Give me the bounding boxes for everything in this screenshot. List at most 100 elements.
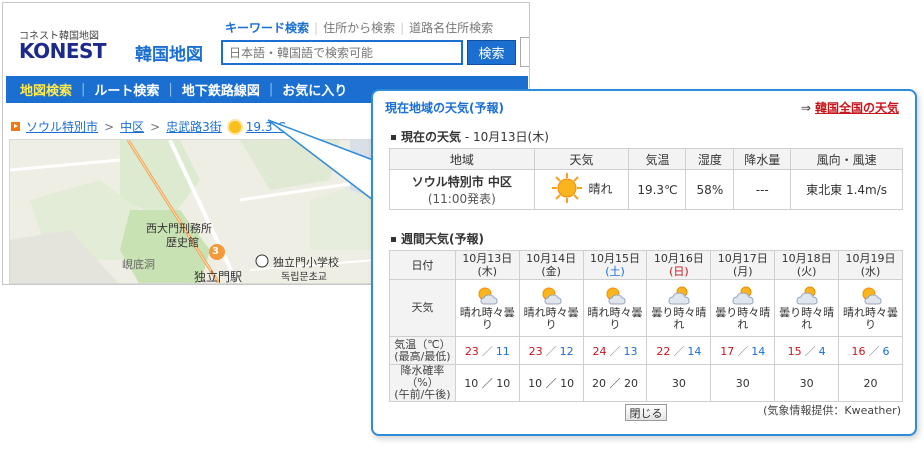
row-label-temp-2: (最高/最低): [394, 349, 451, 363]
weekly-weather-table: 日付 10月13日 (木) 10月14日 (金) 10月15日 (土) 10月16日(…: [389, 250, 903, 402]
map-label-museum[interactable]: 歴史館: [166, 234, 199, 250]
weekly-weather-cell: 晴れ時々曇り: [454, 279, 520, 337]
weekly-temp-row: 気温（℃） (最高/最低) 23 ／ 11 23 ／ 12 24 ／ 13 22 ／ 14 17 ／ 14 15…: [389, 336, 903, 365]
weekly-dow: (月): [732, 265, 753, 278]
sun-cloud-icon: [606, 287, 626, 304]
subway-line-number: 3: [212, 246, 219, 257]
current-temp: 19.3℃: [628, 169, 687, 210]
weekly-dow-sunday: (日): [669, 265, 689, 278]
weekly-date-cell: 10月19日 (水): [838, 250, 903, 280]
map-label-station[interactable]: 独立門駅: [194, 268, 242, 283]
nav-item-subway-map[interactable]: 地下鉄路線図: [182, 80, 260, 99]
weekly-date: 10月18日: [781, 252, 832, 265]
weekly-date: 10月17日: [717, 252, 768, 265]
temp-separator: ／: [545, 344, 557, 358]
weekly-temp-cell: 17 ／ 14: [710, 336, 776, 365]
nav-divider: |: [268, 82, 274, 97]
temp-separator: ／: [737, 344, 749, 358]
search-button[interactable]: 検索: [467, 40, 516, 65]
weekly-date-cell: 10月15日 (土): [582, 250, 648, 280]
map-label-school-ko[interactable]: 독립문초교: [281, 268, 327, 283]
map-label-hyeonjeo[interactable]: 峴底洞: [122, 256, 155, 272]
weekly-dow: (木): [477, 265, 498, 278]
weekly-temp-low: 6: [882, 344, 890, 358]
row-label-rain-1: 降水確率（%）: [400, 364, 445, 389]
arrow-icon: ⇒: [800, 101, 811, 115]
sun-icon: [551, 173, 582, 203]
weekly-temp-high: 23: [464, 344, 479, 358]
close-button[interactable]: 閉じる: [625, 404, 667, 421]
breadcrumb-district[interactable]: 中区: [120, 118, 144, 135]
weekly-temp-high: 16: [851, 344, 866, 358]
search-input[interactable]: [221, 40, 463, 65]
table-header-row: 地域 天気 気温 湿度 降水量 風向・風速: [389, 148, 903, 170]
nav-item-map-search[interactable]: 地図検索: [20, 80, 72, 99]
current-weather-text: 晴れ: [588, 181, 613, 196]
breadcrumb-city[interactable]: ソウル特別市: [26, 118, 98, 135]
weekly-date: 10月15日: [590, 252, 641, 265]
konest-logo[interactable]: KONEST: [19, 39, 107, 63]
nav-item-route-search[interactable]: ルート検索: [94, 80, 159, 99]
current-humidity: 58%: [685, 169, 735, 210]
logo-service-name[interactable]: 韓国地図: [135, 40, 203, 65]
temp-separator: ／: [481, 344, 493, 358]
temp-separator: ／: [804, 344, 816, 358]
cut-off-element: [520, 37, 529, 67]
weekly-temp-low: 14: [751, 344, 766, 358]
nav-item-favorites[interactable]: お気に入り: [282, 80, 347, 99]
cloud-sun-icon: [796, 286, 818, 304]
weekly-temp-high: 24: [592, 344, 607, 358]
cloud-sun-icon: [668, 286, 690, 304]
row-label-weather: 天気: [389, 279, 456, 337]
weekly-weather-cell: 曇り時々晴れ: [774, 279, 840, 337]
breadcrumb-neighborhood[interactable]: 忠武路3街: [166, 118, 222, 135]
weekly-temp-low: 11: [495, 344, 510, 358]
search-tabs: キーワード検索 | 住所から検索 | 道路名住所検索: [225, 19, 493, 36]
weekly-weather-text: 晴れ時々曇: [523, 305, 579, 319]
weekly-temp-low: 12: [559, 344, 574, 358]
col-weather: 天気: [533, 148, 630, 170]
col-wind: 風向・風速: [790, 148, 903, 170]
nationwide-weather-link-wrap: ⇒ 韓国全国の天気: [801, 99, 899, 116]
weekly-temp-cell: 24 ／ 13: [582, 336, 648, 365]
weekly-date-row: 日付 10月13日 (木) 10月14日 (金) 10月15日 (土) 10月16日(…: [389, 250, 903, 280]
weekly-weather-text-2: り: [865, 317, 877, 331]
weekly-weather-text-2: れ: [673, 317, 685, 331]
temp-separator: ／: [868, 344, 880, 358]
nationwide-weather-link[interactable]: 韓国全国の天気: [815, 101, 899, 115]
weekly-weather-text: 曇り時々晴: [651, 305, 707, 319]
popup-title: 現在地域の天気(予報): [385, 101, 504, 115]
temp-separator: ／: [673, 344, 685, 358]
bullet-icon: [391, 237, 396, 242]
weekly-weather-text: 晴れ時々曇: [843, 305, 899, 319]
current-wind: 東北東 1.4m/s: [790, 169, 903, 210]
current-issued-time: (11:00発表): [427, 191, 496, 206]
weekly-date-cell: 10月14日 (金): [518, 250, 584, 280]
weekly-weather-row: 天気 晴れ時々曇り晴れ時々曇り晴れ時々曇り曇り時々晴れ曇り時々晴れ曇り時々晴れ晴…: [389, 279, 903, 337]
current-region-cell: ソウル特別市 中区 (11:00発表): [389, 169, 535, 210]
current-region: ソウル特別市 中区: [411, 174, 512, 189]
weekly-dow: (火): [796, 265, 817, 278]
weather-temp-link[interactable]: 19.3℃: [246, 120, 286, 134]
tab-address-search[interactable]: 住所から検索: [323, 21, 395, 35]
nav-divider: |: [81, 82, 86, 97]
breadcrumb-separator: >: [150, 119, 161, 134]
weekly-weather-text: 晴れ時々曇: [587, 305, 643, 319]
weekly-date-cell: 10月16日 (日): [646, 250, 712, 280]
tab-keyword-search[interactable]: キーワード検索: [225, 21, 309, 35]
weekly-temp-cell: 23 ／ 12: [518, 336, 584, 365]
current-weather-wrap: 晴れ: [551, 172, 613, 204]
col-temp: 気温: [628, 148, 687, 170]
weekly-date-cell: 10月17日 (月): [710, 250, 776, 280]
breadcrumb-separator: >: [104, 119, 115, 134]
current-weather-title: 現在の天気: [401, 130, 462, 144]
weekly-date-cell: 10月13日 (木): [454, 250, 520, 280]
tab-road-address-search[interactable]: 道路名住所検索: [409, 21, 493, 35]
weekly-weather-cell: 晴れ時々曇り: [838, 279, 903, 337]
weekly-weather-cell: 曇り時々晴れ: [646, 279, 712, 337]
weather-popup: 現在地域の天気(予報) ⇒ 韓国全国の天気 現在の天気 - 10月13日(木) 地…: [371, 89, 917, 436]
breadcrumb: ソウル特別市 > 中区 > 忠武路3街 19.3℃: [11, 118, 286, 135]
sun-cloud-icon: [542, 287, 562, 304]
weekly-date: 10月13日: [462, 252, 513, 265]
weekly-temp-high: 17: [720, 344, 735, 358]
